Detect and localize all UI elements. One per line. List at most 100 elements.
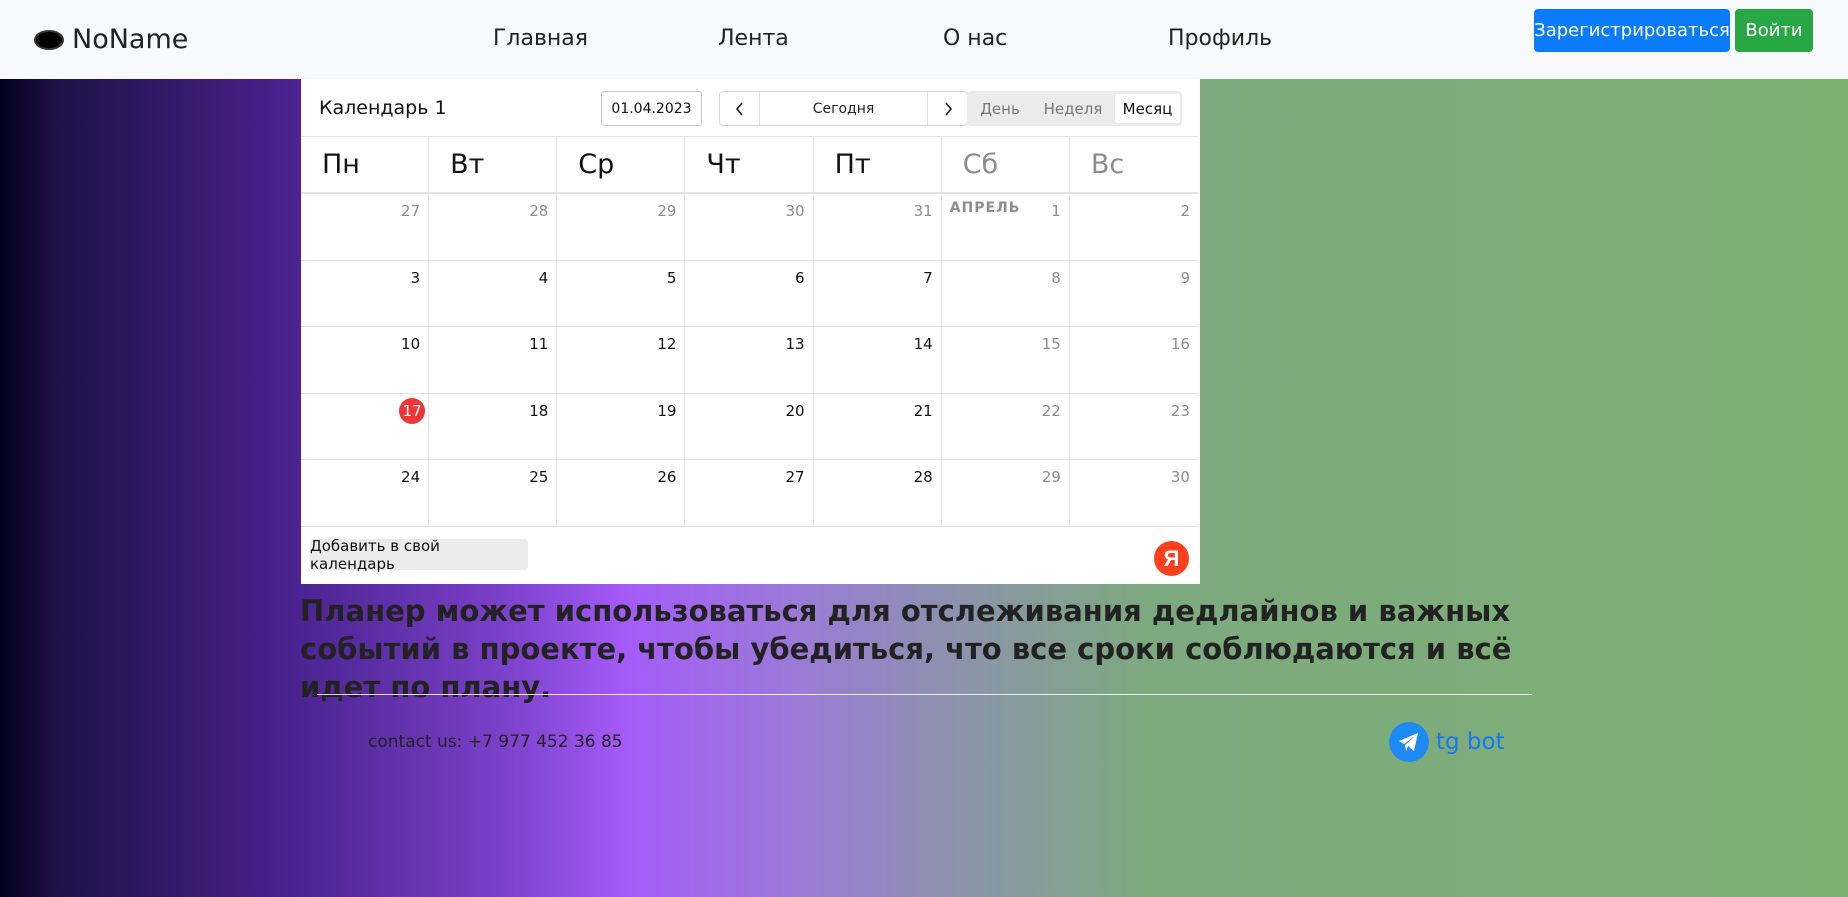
calendar-day-cell[interactable]: 28 xyxy=(814,460,942,526)
day-number: 14 xyxy=(913,335,933,354)
register-button[interactable]: Зарегистрироваться xyxy=(1534,9,1730,52)
day-number: 20 xyxy=(785,401,805,420)
nav-link-profile[interactable]: Профиль xyxy=(1168,26,1272,51)
calendar-day-cell[interactable]: 9 xyxy=(1070,261,1198,327)
calendar-day-cell[interactable]: АПРЕЛЬ 1 xyxy=(942,194,1070,260)
calendar-day-cell[interactable]: 20 xyxy=(685,393,814,460)
weekday-fri: Пт xyxy=(814,137,942,192)
calendar-day-cell[interactable]: 5 xyxy=(557,260,686,327)
today-button[interactable]: Сегодня xyxy=(760,92,927,125)
view-week-tab[interactable]: Неделя xyxy=(1031,94,1115,123)
day-number: 30 xyxy=(1170,468,1190,487)
brand-logo-icon xyxy=(34,29,64,50)
weekday-header-row: Пн Вт Ср Чт Пт Сб Вс xyxy=(301,136,1198,194)
navbar: NoName Главная Лента О нас Профиль Зарег… xyxy=(0,0,1848,79)
day-number: 6 xyxy=(795,268,805,287)
day-number: 29 xyxy=(657,202,677,220)
day-number: 28 xyxy=(529,202,549,220)
calendar-day-cell[interactable]: 25 xyxy=(429,460,558,526)
calendar-day-cell[interactable]: 17 xyxy=(301,393,430,460)
calendar-grid: Пн Вт Ср Чт Пт Сб Вс 27 28 29 30 31 АПРЕЛЬ 1 2 3… xyxy=(301,136,1198,527)
day-number: 10 xyxy=(401,335,421,354)
calendar-day-cell[interactable]: 22 xyxy=(942,393,1070,460)
day-number: 7 xyxy=(923,268,933,287)
day-number: 28 xyxy=(913,468,933,487)
day-number: 12 xyxy=(657,335,677,354)
day-number: 31 xyxy=(913,202,933,220)
calendar-widget: Календарь 1 01.04.2023 Сегодня День Неде… xyxy=(301,79,1200,584)
nav-link-about[interactable]: О нас xyxy=(943,26,1007,51)
day-number: 5 xyxy=(666,268,677,287)
prev-month-button[interactable] xyxy=(720,92,760,125)
calendar-day-cell[interactable]: 30 xyxy=(1070,460,1198,526)
tg-bot-label: tg bot xyxy=(1436,729,1505,755)
tg-bot-link[interactable]: tg bot xyxy=(1389,722,1505,762)
brand[interactable]: NoName xyxy=(34,24,188,55)
calendar-day-cell[interactable]: 29 xyxy=(942,460,1070,526)
calendar-day-cell[interactable]: 8 xyxy=(942,260,1070,327)
weekday-tue: Вт xyxy=(429,137,558,192)
calendar-day-cell[interactable]: 24 xyxy=(301,460,430,526)
calendar-day-cell[interactable]: 19 xyxy=(557,393,686,460)
calendar-day-cell[interactable]: 21 xyxy=(814,393,942,460)
next-month-button[interactable] xyxy=(927,92,967,125)
day-number: 26 xyxy=(657,468,677,487)
day-number: 18 xyxy=(529,401,549,420)
calendar-day-cell[interactable]: 27 xyxy=(301,194,430,260)
weekday-sun: Вс xyxy=(1090,149,1125,180)
calendar-day-cell[interactable]: 26 xyxy=(557,460,686,526)
nav-link-feed[interactable]: Лента xyxy=(718,26,789,51)
yandex-logo-icon[interactable]: Я xyxy=(1154,541,1189,576)
calendar-week-row: 17 18 19 20 21 22 23 xyxy=(301,393,1198,461)
calendar-day-cell[interactable]: 14 xyxy=(814,327,942,393)
calendar-day-cell[interactable]: 16 xyxy=(1070,327,1198,393)
calendar-day-cell[interactable]: 28 xyxy=(429,194,558,260)
calendar-footer: Добавить в свой календарь Я xyxy=(301,532,1200,584)
calendar-navigation: Сегодня xyxy=(719,91,968,126)
view-month-tab[interactable]: Месяц xyxy=(1115,94,1180,123)
day-number: 13 xyxy=(785,335,805,354)
page-description: Планер может использоваться для отслежив… xyxy=(300,594,1512,704)
calendar-week-row: 10 11 12 13 14 15 16 xyxy=(301,327,1198,394)
calendar-day-cell[interactable]: 4 xyxy=(429,260,558,327)
view-day-tab[interactable]: День xyxy=(969,94,1031,123)
day-number: 9 xyxy=(1180,268,1190,287)
day-number: 24 xyxy=(401,468,421,487)
calendar-header: Календарь 1 01.04.2023 Сегодня День Неде… xyxy=(301,79,1200,136)
weekday-sat: Сб xyxy=(942,137,1070,192)
calendar-title: Календарь 1 xyxy=(319,97,447,119)
day-number: 1 xyxy=(1051,202,1061,220)
add-to-calendar-button[interactable]: Добавить в свой календарь xyxy=(310,537,528,573)
day-number: 15 xyxy=(1041,335,1061,354)
day-number: 4 xyxy=(538,268,549,287)
calendar-week-row: 3 4 5 6 7 8 9 xyxy=(301,260,1198,328)
calendar-day-cell[interactable]: 3 xyxy=(301,260,430,327)
login-button[interactable]: Войти xyxy=(1735,9,1813,52)
calendar-day-cell[interactable]: 31 xyxy=(814,194,942,260)
calendar-day-cell[interactable]: 18 xyxy=(429,393,558,460)
calendar-day-cell[interactable]: 29 xyxy=(557,194,686,260)
day-number: 22 xyxy=(1041,401,1061,420)
calendar-day-cell[interactable]: 23 xyxy=(1070,394,1198,460)
calendar-day-cell[interactable]: 15 xyxy=(942,327,1070,393)
weekday-mon: Пн xyxy=(301,137,430,192)
calendar-day-cell[interactable]: 11 xyxy=(429,327,558,393)
calendar-day-cell[interactable]: 27 xyxy=(685,460,814,526)
calendar-day-cell[interactable]: 6 xyxy=(685,260,814,327)
today-day-number: 17 xyxy=(399,397,426,424)
calendar-day-cell[interactable]: 7 xyxy=(814,260,942,327)
day-number: 30 xyxy=(785,202,805,220)
day-number: 21 xyxy=(913,401,933,420)
calendar-day-cell[interactable]: 10 xyxy=(301,327,430,393)
day-number: 2 xyxy=(1180,202,1190,220)
calendar-day-cell[interactable]: 12 xyxy=(557,327,686,393)
date-input[interactable]: 01.04.2023 xyxy=(601,91,702,126)
day-number: 29 xyxy=(1041,468,1061,487)
calendar-day-cell[interactable]: 2 xyxy=(1070,194,1198,260)
calendar-day-cell[interactable]: 30 xyxy=(685,194,814,260)
nav-link-home[interactable]: Главная xyxy=(493,26,588,51)
calendar-day-cell[interactable]: 13 xyxy=(685,327,814,393)
contact-text: contact us: +7 977 452 36 85 xyxy=(368,732,623,752)
day-number: 8 xyxy=(1051,268,1061,287)
weekday-wed: Ср xyxy=(557,137,686,192)
